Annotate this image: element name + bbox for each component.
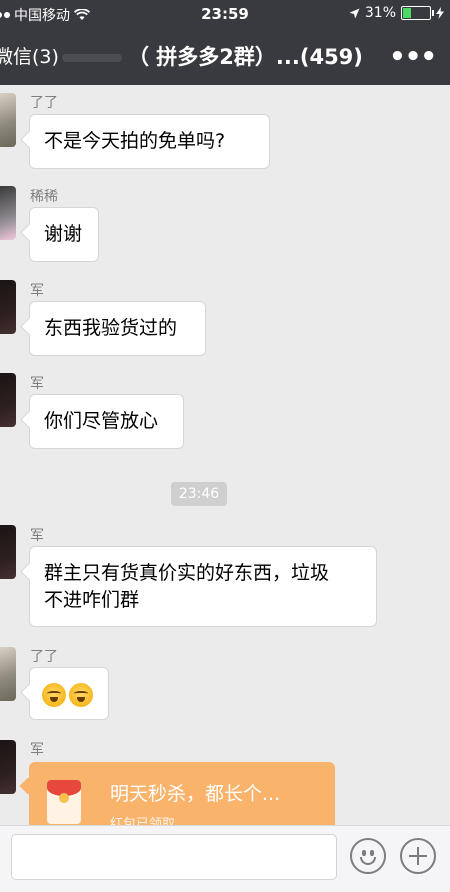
charging-bolt-icon [436, 7, 444, 19]
avatar[interactable] [0, 740, 16, 794]
avatar[interactable] [0, 93, 16, 147]
location-arrow-icon [349, 8, 360, 18]
avatar[interactable] [0, 186, 16, 240]
back-button[interactable]: 微信(3) [0, 42, 59, 69]
smile-icon-eye [362, 850, 366, 856]
more-button[interactable]: ••• [389, 42, 437, 72]
sender-name: 军 [30, 283, 44, 299]
timestamp-badge: 23:46 [171, 482, 227, 506]
avatar[interactable] [0, 280, 16, 334]
more-actions-plus-button[interactable] [400, 838, 436, 874]
message-bubble[interactable]: 东西我验货过的 [29, 301, 206, 356]
sender-name: 军 [30, 376, 44, 392]
message-bubble[interactable]: 你们尽管放心 [29, 394, 184, 449]
battery-percent: 31% [364, 5, 396, 21]
cry-laugh-emoji-icon [42, 682, 66, 707]
status-right: 31% [349, 5, 444, 21]
sender-name: 稀稀 [30, 189, 58, 205]
red-packet-icon [47, 780, 81, 824]
message-bubble[interactable]: 群主只有货真价实的好东西，垃圾 不进咋们群 [29, 546, 377, 627]
sender-name: 了了 [30, 649, 58, 665]
message-bubble[interactable]: 不是今天拍的免单吗? [29, 114, 270, 169]
emoji-button[interactable] [350, 838, 386, 874]
cry-laugh-emoji-icon [69, 682, 93, 707]
smile-icon-eye [370, 850, 374, 856]
chat-title: （ 拼多多2群）...(459) [128, 45, 363, 69]
sender-name: 了了 [30, 95, 58, 111]
avatar[interactable] [0, 647, 16, 701]
red-packet-message[interactable]: 明天秒杀，都长个... 红包已领取 [29, 762, 335, 825]
sender-name: 军 [30, 528, 44, 544]
battery-icon [401, 6, 434, 20]
avatar[interactable] [0, 525, 16, 579]
red-packet-status: 红包已领取 [110, 817, 176, 825]
red-packet-title: 明天秒杀，都长个... [110, 783, 281, 805]
smile-icon-mouth [360, 857, 376, 865]
message-bubble[interactable]: 谢谢 [29, 207, 99, 262]
message-input[interactable] [11, 834, 337, 880]
status-bar: 中国移动 23:59 31% [0, 0, 450, 28]
chat-header: 微信(3) （ 拼多多2群）...(459) ••• [0, 28, 450, 85]
message-list[interactable]: 了了 不是今天拍的免单吗? 稀稀 谢谢 军 东西我验货过的 军 你们尽管放心 2… [0, 85, 450, 825]
input-bar [0, 825, 450, 892]
emoji-bubble[interactable] [29, 667, 109, 720]
sender-name: 军 [30, 742, 44, 758]
avatar[interactable] [0, 373, 16, 427]
battery-fill [403, 8, 412, 18]
obscured-group-name [62, 54, 122, 62]
